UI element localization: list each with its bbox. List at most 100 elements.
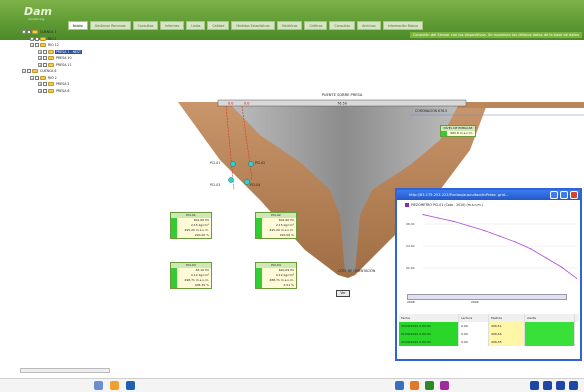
people-icon[interactable] — [110, 381, 119, 390]
series-point — [530, 248, 532, 250]
expand-icon[interactable]: + — [38, 88, 42, 93]
expand-icon[interactable]: + — [38, 82, 42, 86]
checkbox[interactable] — [35, 75, 39, 80]
series-point — [514, 241, 516, 243]
nivel-value: 665.8 m.s.n.m. — [447, 131, 475, 136]
sensor-value: 220,00 % — [262, 233, 296, 238]
column-header: Medida — [489, 314, 525, 322]
tab-item[interactable]: Calidad — [207, 21, 230, 30]
nivel-box: NIVEL DE EMBALSE 665.8 m.s.n.m. — [440, 125, 476, 137]
folder-icon — [40, 43, 46, 47]
table-cell: 30/09/2010 0:00:00 — [399, 322, 459, 330]
table-header: Fecha Lectura Medida Alerta — [399, 314, 579, 322]
main-tabs: Ínicio Gestionar Recursos Consultas Informe… — [68, 21, 424, 30]
sensor-label-1: PCI-01 — [210, 161, 220, 165]
location-tree: − CUENCA 1 − RIO 1 − RIO 12 + PRESA 1 - NEST + PR… — [22, 29, 108, 369]
checkbox[interactable] — [35, 36, 39, 41]
tab-item[interactable]: Archivos — [357, 21, 381, 30]
expand-icon[interactable]: + — [38, 62, 42, 67]
table-cell: 0,00 — [459, 322, 489, 330]
tab-item[interactable]: Históricas — [276, 21, 303, 30]
maximize-button[interactable] — [560, 191, 568, 199]
network-icon[interactable] — [395, 381, 404, 390]
series-point — [422, 213, 424, 216]
table-cell: 496,51 — [489, 322, 525, 330]
series-point — [561, 266, 563, 268]
popup-title-text: http://83.175.253.222/Puntos/auscultació… — [409, 193, 509, 197]
tree-item[interactable]: − RIO 2 — [30, 75, 58, 81]
checkbox[interactable] — [43, 49, 47, 54]
column-header: Fecha — [399, 314, 459, 322]
close-button[interactable] — [570, 191, 578, 199]
tree-item-label: PRESA 2 — [56, 82, 70, 86]
expand-icon[interactable]: − — [30, 43, 34, 47]
crest-value: 76.50 — [337, 102, 347, 106]
checkbox[interactable] — [43, 62, 47, 67]
sensor-box-1: PCI-01 601,60 Hz 2,15 kg/cm² 495,20 m.s.… — [170, 212, 212, 239]
tab-item[interactable]: Información Básica — [382, 21, 424, 30]
map-icon[interactable] — [425, 381, 434, 390]
tree-item[interactable]: + PRESA 10 — [38, 55, 72, 61]
table-row[interactable]: 30/09/2010 0:00:00 0,00 496,51 — [399, 322, 579, 330]
tab-item[interactable]: Listas — [186, 21, 206, 30]
tree-item[interactable]: − CUENCA 6 — [22, 68, 57, 74]
sensor-point-3 — [228, 177, 234, 183]
minimize-button[interactable] — [550, 191, 558, 199]
crest-label: PUENTE SOBRE PRESA — [322, 93, 363, 97]
table-cell: 496,46 — [489, 330, 525, 338]
checkbox[interactable] — [27, 69, 31, 73]
folder-icon — [32, 69, 38, 73]
tab-item[interactable]: Gráficas — [304, 21, 328, 30]
tree-item[interactable]: + PRESA 11 — [38, 62, 72, 68]
tree-item[interactable]: − RIO 1 — [30, 36, 58, 42]
folder-icon — [48, 88, 54, 93]
view-button[interactable]: Ver — [336, 290, 350, 297]
expand-icon[interactable]: + — [38, 56, 42, 60]
table-row[interactable]: 01/09/2010 0:00:00 0,00 496,46 — [399, 330, 579, 338]
help-icon[interactable] — [126, 381, 135, 390]
series-point — [468, 225, 470, 227]
tab-item[interactable]: Informes — [160, 21, 185, 30]
table-cell: 0,00 — [459, 330, 489, 338]
series-point — [499, 235, 501, 237]
prev-page-icon[interactable] — [543, 381, 552, 390]
table-row[interactable]: 02/09/2010 0:00:00 0,00 496,35 — [399, 338, 579, 346]
alert-icon[interactable] — [410, 381, 419, 390]
folder-icon — [48, 62, 54, 67]
chart-plot: 96,00 94,00 92,00 — [406, 213, 577, 280]
tree-scrollbar[interactable] — [20, 368, 110, 373]
headline-text: Conexión del Sensor con los dispositivos… — [409, 32, 582, 38]
tree-item-label: CUENCA 1 — [40, 30, 57, 34]
tree-item[interactable]: − CUENCA 1 — [22, 29, 57, 35]
tree-item[interactable]: + PRESA 2 — [38, 81, 70, 87]
tab-item[interactable]: Consultas — [329, 21, 356, 30]
checkbox[interactable] — [43, 56, 47, 60]
y-tick-label: 92,00 — [406, 266, 415, 270]
expand-icon[interactable]: − — [30, 75, 34, 80]
expand-icon[interactable]: − — [22, 69, 26, 73]
checkbox[interactable] — [35, 43, 39, 47]
app-logo-sub: monitoring — [28, 17, 45, 21]
marker-right: 0.0 — [244, 102, 249, 106]
checkbox[interactable] — [27, 30, 31, 34]
tree-item[interactable]: + PRESA 6 — [38, 88, 70, 94]
tab-item[interactable]: Medidas Estadísticas — [231, 21, 275, 30]
tree-item[interactable]: + PRESA 1 - NEST — [38, 49, 83, 55]
expand-icon[interactable]: − — [22, 30, 26, 34]
expand-icon[interactable]: − — [30, 36, 34, 41]
sensor-box-3: PCI-03 65,10 Hz 0,12 kg/cm² 498,71 m.s.n… — [170, 262, 212, 289]
expand-icon[interactable]: + — [38, 49, 42, 54]
tab-item[interactable]: Consultas — [132, 21, 159, 30]
folder-icon — [48, 82, 54, 86]
next-page-icon[interactable] — [556, 381, 565, 390]
last-page-icon[interactable] — [569, 381, 578, 390]
home-icon[interactable] — [94, 381, 103, 390]
chart-popup-window[interactable]: http://83.175.253.222/Puntos/auscultació… — [395, 188, 582, 361]
checkbox[interactable] — [43, 88, 47, 93]
checkbox[interactable] — [43, 82, 47, 86]
tree-item-label: PRESA 6 — [56, 88, 70, 93]
tree-item-label: PRESA 1 - NEST — [55, 49, 83, 54]
tree-item[interactable]: − RIO 12 — [30, 42, 60, 48]
stats-icon[interactable] — [440, 381, 449, 390]
first-page-icon[interactable] — [530, 381, 539, 390]
